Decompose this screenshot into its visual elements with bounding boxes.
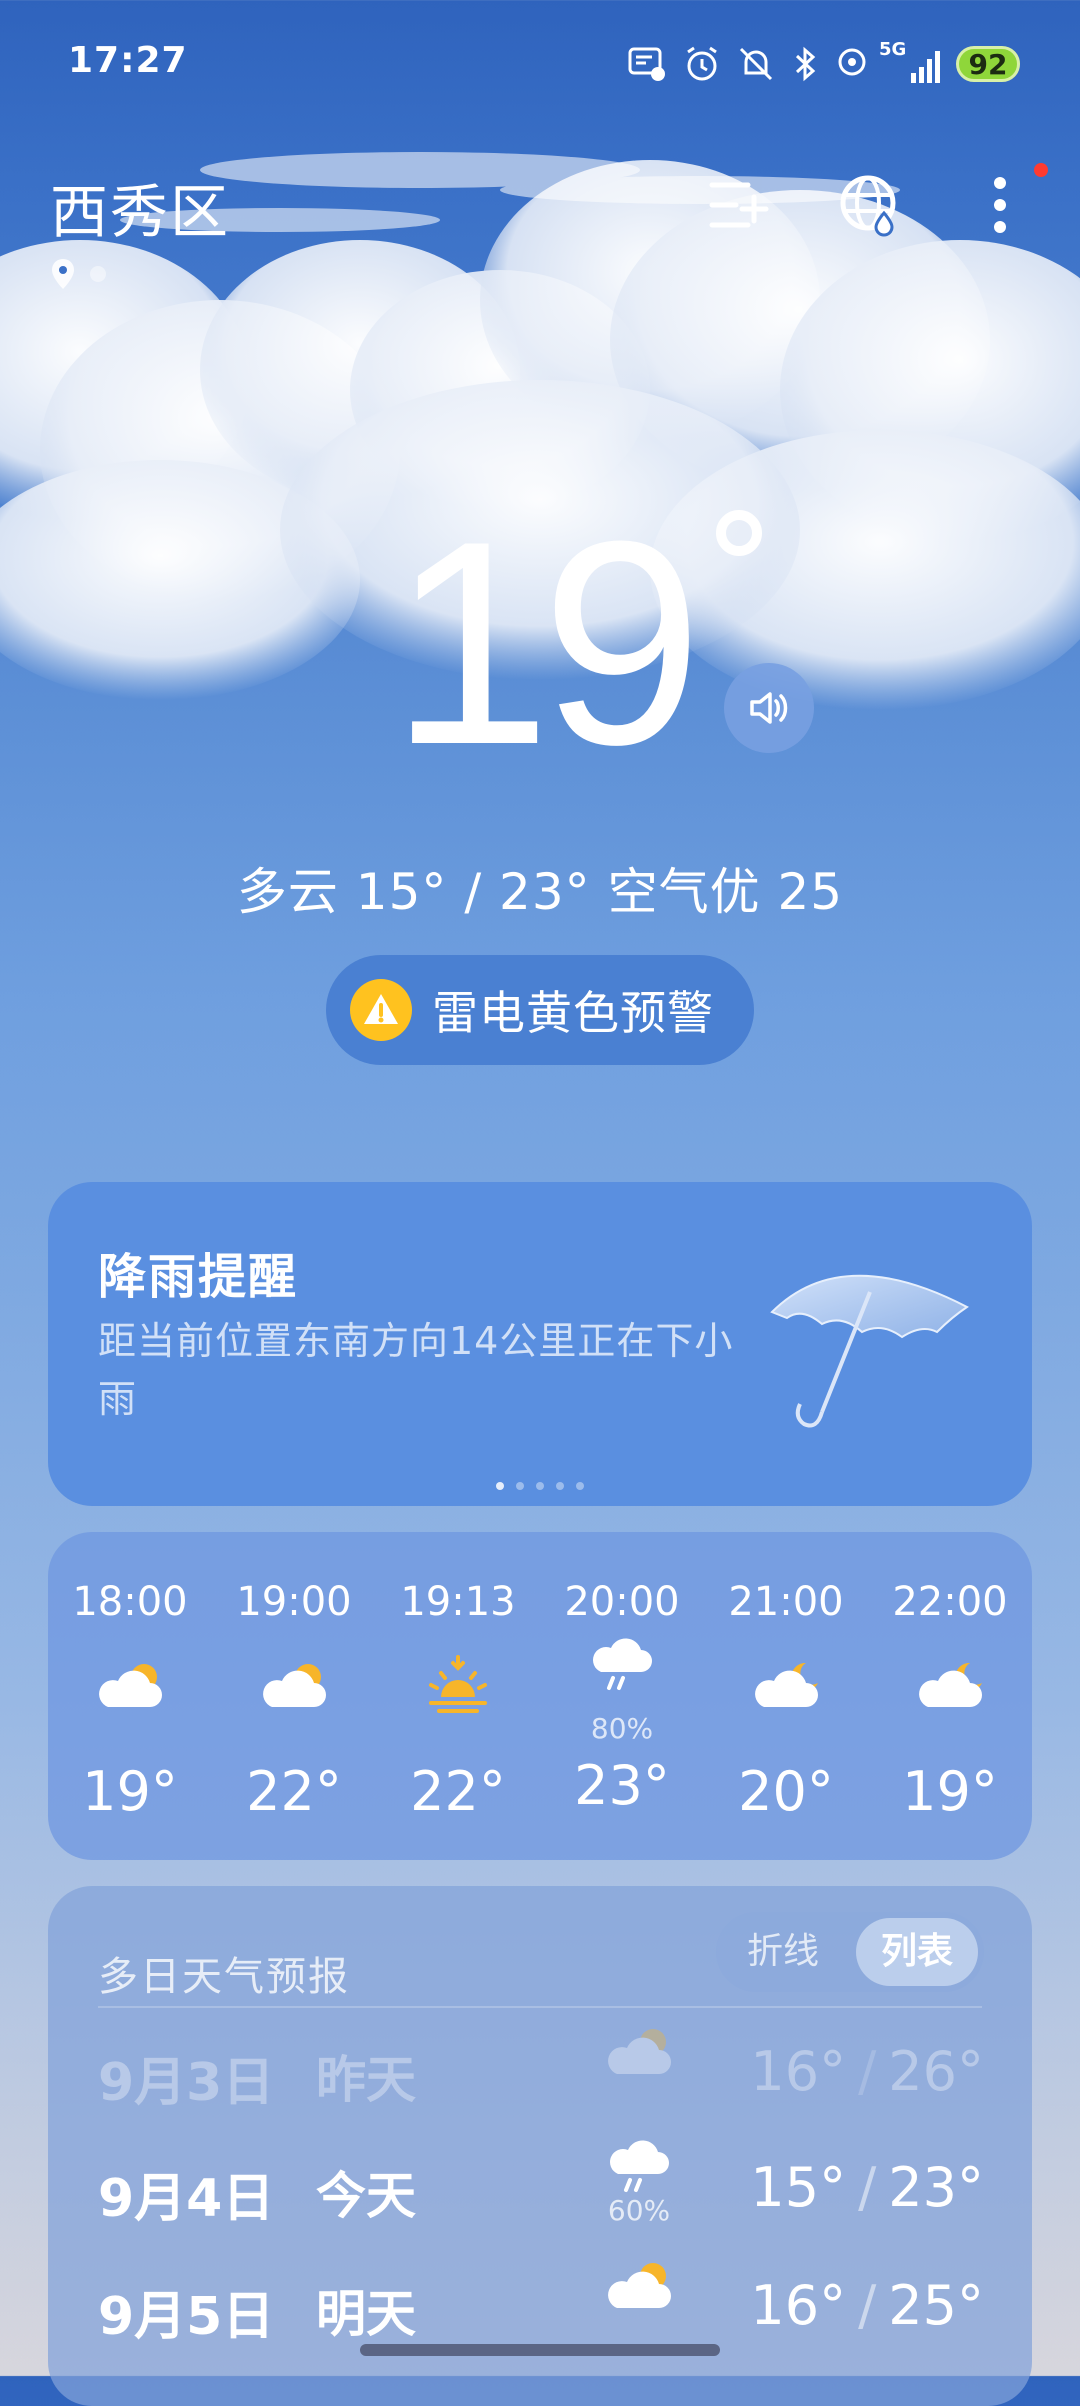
carousel-dot: [556, 1482, 564, 1490]
manage-cities-button[interactable]: [700, 165, 780, 245]
day-temperature-range: 16°/26°: [750, 2040, 984, 2103]
hour-temperature: 22°: [246, 1760, 342, 1823]
day-date: 9月4日: [98, 2169, 275, 2229]
more-vertical-icon: [994, 177, 1006, 233]
rain-card-description: 距当前位置东南方向14公里正在下小雨: [98, 1319, 734, 1421]
partly-cloudy-moon-icon: [704, 1642, 868, 1732]
notification-dot: [1034, 163, 1048, 177]
day-row[interactable]: 9月3日 昨天 16°/26°: [98, 2022, 984, 2132]
umbrella-icon: [770, 1274, 969, 1428]
message-icon: [628, 47, 665, 81]
toggle-list-option[interactable]: 列表: [856, 1918, 978, 1986]
carousel-dot: [496, 1482, 504, 1490]
card-carousel-dots: [48, 1482, 1032, 1490]
toggle-chart-option[interactable]: 折线: [722, 1918, 844, 1986]
day-high: 26°: [888, 2040, 984, 2103]
daily-forecast-title: 多日天气预报: [98, 1954, 350, 2000]
hour-time: 21:00: [728, 1579, 844, 1625]
hour-temperature: 20°: [738, 1760, 834, 1823]
hour-item: 21:00 20°: [704, 1572, 868, 1823]
header-actions: [700, 163, 1048, 245]
mute-icon: [739, 47, 773, 81]
rain-icon: 60%: [594, 2138, 684, 2248]
hour-temperature: 22°: [410, 1760, 506, 1823]
day-date: 9月5日: [98, 2287, 275, 2347]
status-bar: 17:27 5G 92: [0, 0, 1080, 130]
hour-time: 19:13: [400, 1579, 516, 1625]
carousel-dot: [576, 1482, 584, 1490]
day-temperature-range: 15°/23°: [750, 2156, 984, 2219]
hour-item: 19:00 22°: [212, 1572, 376, 1823]
partly-cloudy-sun-icon: [212, 1642, 376, 1732]
hour-time: 18:00: [72, 1579, 188, 1625]
hour-precipitation: 80%: [590, 1712, 654, 1745]
day-date: 9月3日: [98, 2053, 275, 2113]
alarm-icon: [687, 46, 717, 81]
voice-broadcast-button[interactable]: [724, 663, 814, 753]
current-temperature: 19: [390, 481, 703, 805]
hour-time: 22:00: [892, 1579, 1008, 1625]
battery-indicator: 92: [956, 46, 1020, 82]
partly-cloudy-moon-icon: [868, 1642, 1032, 1732]
bluetooth-icon: [795, 46, 816, 82]
day-precipitation: 60%: [607, 2194, 671, 2227]
day-label: 昨天: [316, 2051, 416, 2109]
carousel-dot: [516, 1482, 524, 1490]
status-icons: 5G 92: [627, 39, 1020, 88]
signal-icon: 5G: [879, 39, 940, 83]
status-time: 17:27: [68, 40, 188, 81]
rain-reminder-card[interactable]: 降雨提醒 距当前位置东南方向14公里正在下小雨: [48, 1182, 1032, 1506]
rain-card-title: 降雨提醒: [98, 1249, 299, 1305]
daily-forecast-card[interactable]: 多日天气预报 折线 列表 9月3日 昨天 16°/26° 9月4日 今天 60%…: [48, 1886, 1032, 2406]
partly-cloudy-sun-icon: [48, 1642, 212, 1732]
day-label: 今天: [316, 2167, 416, 2225]
range-separator: /: [858, 2274, 877, 2337]
range-separator: /: [858, 2156, 877, 2219]
range-separator: /: [858, 2040, 877, 2103]
hourly-forecast-card[interactable]: 18:00 19° 19:00 22° 19:13 22° 20:00 80% …: [48, 1532, 1032, 1860]
day-high: 25°: [888, 2274, 984, 2337]
weather-alert-chip[interactable]: 雷电黄色预警: [326, 955, 754, 1065]
day-low: 16°: [750, 2274, 847, 2337]
more-menu-button[interactable]: [960, 163, 1048, 245]
hourly-row: 18:00 19° 19:00 22° 19:13 22° 20:00 80% …: [48, 1572, 1032, 1823]
hour-item: 22:00 19°: [868, 1572, 1032, 1823]
partly-cloudy-sun-icon: [594, 2022, 684, 2132]
hour-temperature: 23°: [574, 1754, 670, 1817]
alert-text: 雷电黄色预警: [432, 986, 714, 1040]
divider: [98, 2006, 982, 2008]
degree-symbol: [716, 510, 762, 556]
day-high: 23°: [888, 2156, 984, 2219]
location-pager: [50, 258, 106, 290]
global-weather-button[interactable]: [830, 165, 910, 245]
hour-item: 20:00 80% 23°: [540, 1572, 704, 1823]
network-type: 5G: [879, 39, 907, 60]
location-name[interactable]: 西秀区: [50, 165, 230, 249]
globe-icon: [840, 175, 896, 237]
hour-temperature: 19°: [902, 1760, 998, 1823]
current-location-icon: [52, 259, 74, 289]
page-dot: [90, 266, 106, 282]
sunset-icon: [376, 1642, 540, 1732]
speaker-icon: [750, 692, 788, 724]
location-status-icon: [838, 48, 866, 76]
carousel-dot: [536, 1482, 544, 1490]
forecast-view-toggle[interactable]: 折线 列表: [716, 1912, 984, 1992]
day-temperature-range: 16°/25°: [750, 2274, 984, 2337]
day-row[interactable]: 9月4日 今天 60% 15°/23°: [98, 2138, 984, 2248]
hour-item: 19:13 22°: [376, 1572, 540, 1823]
hour-item: 18:00 19°: [48, 1572, 212, 1823]
day-low: 15°: [750, 2156, 847, 2219]
home-indicator[interactable]: [360, 2344, 720, 2356]
add-city-icon: [709, 182, 769, 228]
day-label: 明天: [316, 2285, 416, 2343]
hour-time: 19:00: [236, 1579, 352, 1625]
hour-time: 20:00: [564, 1579, 680, 1625]
hour-temperature: 19°: [82, 1760, 178, 1823]
weather-summary[interactable]: 多云 15° / 23° 空气优 25: [0, 852, 1080, 924]
warning-icon: [350, 979, 412, 1041]
day-low: 16°: [750, 2040, 847, 2103]
